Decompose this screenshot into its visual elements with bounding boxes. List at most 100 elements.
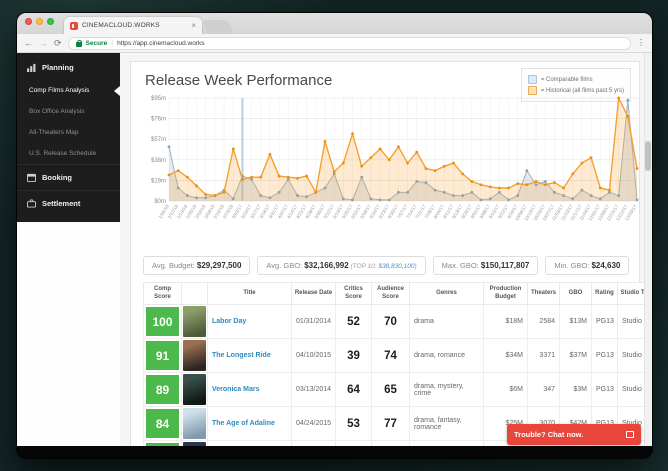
- sidebar-section-planning[interactable]: Planning: [17, 55, 120, 80]
- reload-icon[interactable]: ⟳: [54, 39, 62, 48]
- data-point[interactable]: [525, 169, 528, 172]
- column-header-theaters[interactable]: Theaters: [528, 283, 560, 305]
- data-point[interactable]: [269, 153, 272, 156]
- data-point[interactable]: [608, 189, 611, 192]
- data-point[interactable]: [168, 145, 171, 148]
- column-header-poster[interactable]: [182, 283, 208, 305]
- data-point[interactable]: [232, 148, 235, 151]
- address-bar[interactable]: Secure | https://app.cinemacloud.works: [68, 37, 631, 50]
- browser-tab[interactable]: CINEMACLOUD.WORKS ×: [64, 17, 202, 34]
- data-point[interactable]: [525, 183, 528, 186]
- table-row[interactable]: 100Labor Day01/31/20145270drama$18M2584$…: [144, 305, 653, 339]
- data-point[interactable]: [544, 180, 547, 183]
- data-point[interactable]: [186, 176, 189, 179]
- data-point[interactable]: [278, 175, 281, 178]
- column-header-audience-score[interactable]: Audience Score: [372, 283, 410, 305]
- table-row[interactable]: 91The Longest Ride04/10/20153974drama, r…: [144, 339, 653, 373]
- close-window-button[interactable]: [25, 18, 32, 25]
- movie-title-link[interactable]: Labor Day: [212, 318, 246, 325]
- data-point[interactable]: [177, 169, 180, 172]
- data-point[interactable]: [571, 172, 574, 175]
- data-point[interactable]: [314, 191, 317, 194]
- data-point[interactable]: [360, 165, 363, 168]
- data-point[interactable]: [590, 156, 593, 159]
- data-point[interactable]: [195, 184, 198, 187]
- data-point[interactable]: [581, 162, 584, 165]
- poster-thumbnail: [183, 340, 206, 371]
- data-point[interactable]: [324, 140, 327, 143]
- data-point[interactable]: [287, 176, 290, 179]
- column-header-title[interactable]: Title: [208, 283, 292, 305]
- forward-icon[interactable]: →: [39, 39, 48, 48]
- column-header-gbo[interactable]: GBO: [560, 283, 592, 305]
- data-point[interactable]: [626, 115, 629, 118]
- comp-score-cell: 91: [144, 339, 182, 373]
- minimize-window-button[interactable]: [36, 18, 43, 25]
- data-point[interactable]: [168, 174, 171, 177]
- chat-widget[interactable]: Trouble? Chat now.: [507, 424, 641, 445]
- data-point[interactable]: [626, 99, 629, 102]
- data-point[interactable]: [406, 162, 409, 165]
- data-point[interactable]: [369, 156, 372, 159]
- new-tab-button[interactable]: [203, 20, 234, 34]
- data-point[interactable]: [333, 170, 336, 173]
- tab-close-icon[interactable]: ×: [191, 22, 196, 30]
- data-point[interactable]: [223, 191, 226, 194]
- column-header-comp-score[interactable]: Comp Score: [144, 283, 182, 305]
- data-point[interactable]: [434, 169, 437, 172]
- chat-popout-icon[interactable]: [626, 431, 634, 438]
- movie-title-link[interactable]: Veronica Mars: [212, 386, 259, 393]
- data-point[interactable]: [342, 162, 345, 165]
- data-point[interactable]: [480, 183, 483, 186]
- column-header-production-budget[interactable]: Production Budget: [484, 283, 528, 305]
- data-point[interactable]: [544, 183, 547, 186]
- sidebar-item-all-theaters-map[interactable]: All-Theaters Map: [17, 122, 120, 143]
- column-header-rating[interactable]: Rating: [592, 283, 618, 305]
- data-point[interactable]: [425, 167, 428, 170]
- data-point[interactable]: [461, 172, 464, 175]
- data-point[interactable]: [599, 187, 602, 190]
- movie-title-link[interactable]: The Age of Adaline: [212, 420, 275, 427]
- data-point[interactable]: [553, 181, 556, 184]
- data-point[interactable]: [305, 175, 308, 178]
- column-header-critics-score[interactable]: Critics Score: [336, 283, 372, 305]
- data-point[interactable]: [498, 187, 501, 190]
- data-point[interactable]: [204, 193, 207, 196]
- window-controls[interactable]: [25, 13, 54, 34]
- data-point[interactable]: [213, 194, 216, 197]
- data-point[interactable]: [241, 178, 244, 181]
- data-point[interactable]: [507, 187, 510, 190]
- movie-title-link[interactable]: The Longest Ride: [212, 352, 271, 359]
- data-point[interactable]: [617, 97, 620, 100]
- data-point[interactable]: [397, 145, 400, 148]
- data-point[interactable]: [452, 162, 455, 165]
- scrollbar-thumb[interactable]: [645, 141, 651, 171]
- data-point[interactable]: [296, 177, 299, 180]
- data-point[interactable]: [351, 132, 354, 135]
- sidebar-section-booking[interactable]: Booking: [17, 164, 120, 190]
- data-point[interactable]: [562, 187, 565, 190]
- sidebar-section-settlement[interactable]: Settlement: [17, 190, 120, 216]
- data-point[interactable]: [516, 182, 519, 185]
- browser-menu-icon[interactable]: ⋮: [637, 39, 645, 47]
- zoom-window-button[interactable]: [47, 18, 54, 25]
- sidebar-item-comp-films-analysis[interactable]: Comp Films Analysis: [17, 80, 120, 101]
- table-row[interactable]: 89Veronica Mars03/13/20146465drama, myst…: [144, 373, 653, 407]
- page-scrollbar[interactable]: [644, 53, 652, 446]
- data-point[interactable]: [388, 158, 391, 161]
- back-icon[interactable]: ←: [24, 39, 33, 48]
- data-point[interactable]: [489, 186, 492, 189]
- column-header-release-date[interactable]: Release Date: [292, 283, 336, 305]
- data-point[interactable]: [259, 176, 262, 179]
- data-point[interactable]: [470, 180, 473, 183]
- sidebar-item-box-office-analysis[interactable]: Box Office Analysis: [17, 101, 120, 122]
- data-point[interactable]: [535, 180, 538, 183]
- data-point[interactable]: [415, 151, 418, 154]
- column-header-genres[interactable]: Genres: [410, 283, 484, 305]
- data-point[interactable]: [250, 176, 253, 179]
- data-point[interactable]: [379, 148, 382, 151]
- sidebar-item-u-s-release-schedule[interactable]: U.S. Release Schedule: [17, 143, 120, 164]
- release-week-chart[interactable]: $0m$19m$38m$57m$76m$95m1/05/181/12/181/1…: [143, 93, 627, 250]
- data-point[interactable]: [636, 167, 639, 170]
- data-point[interactable]: [443, 165, 446, 168]
